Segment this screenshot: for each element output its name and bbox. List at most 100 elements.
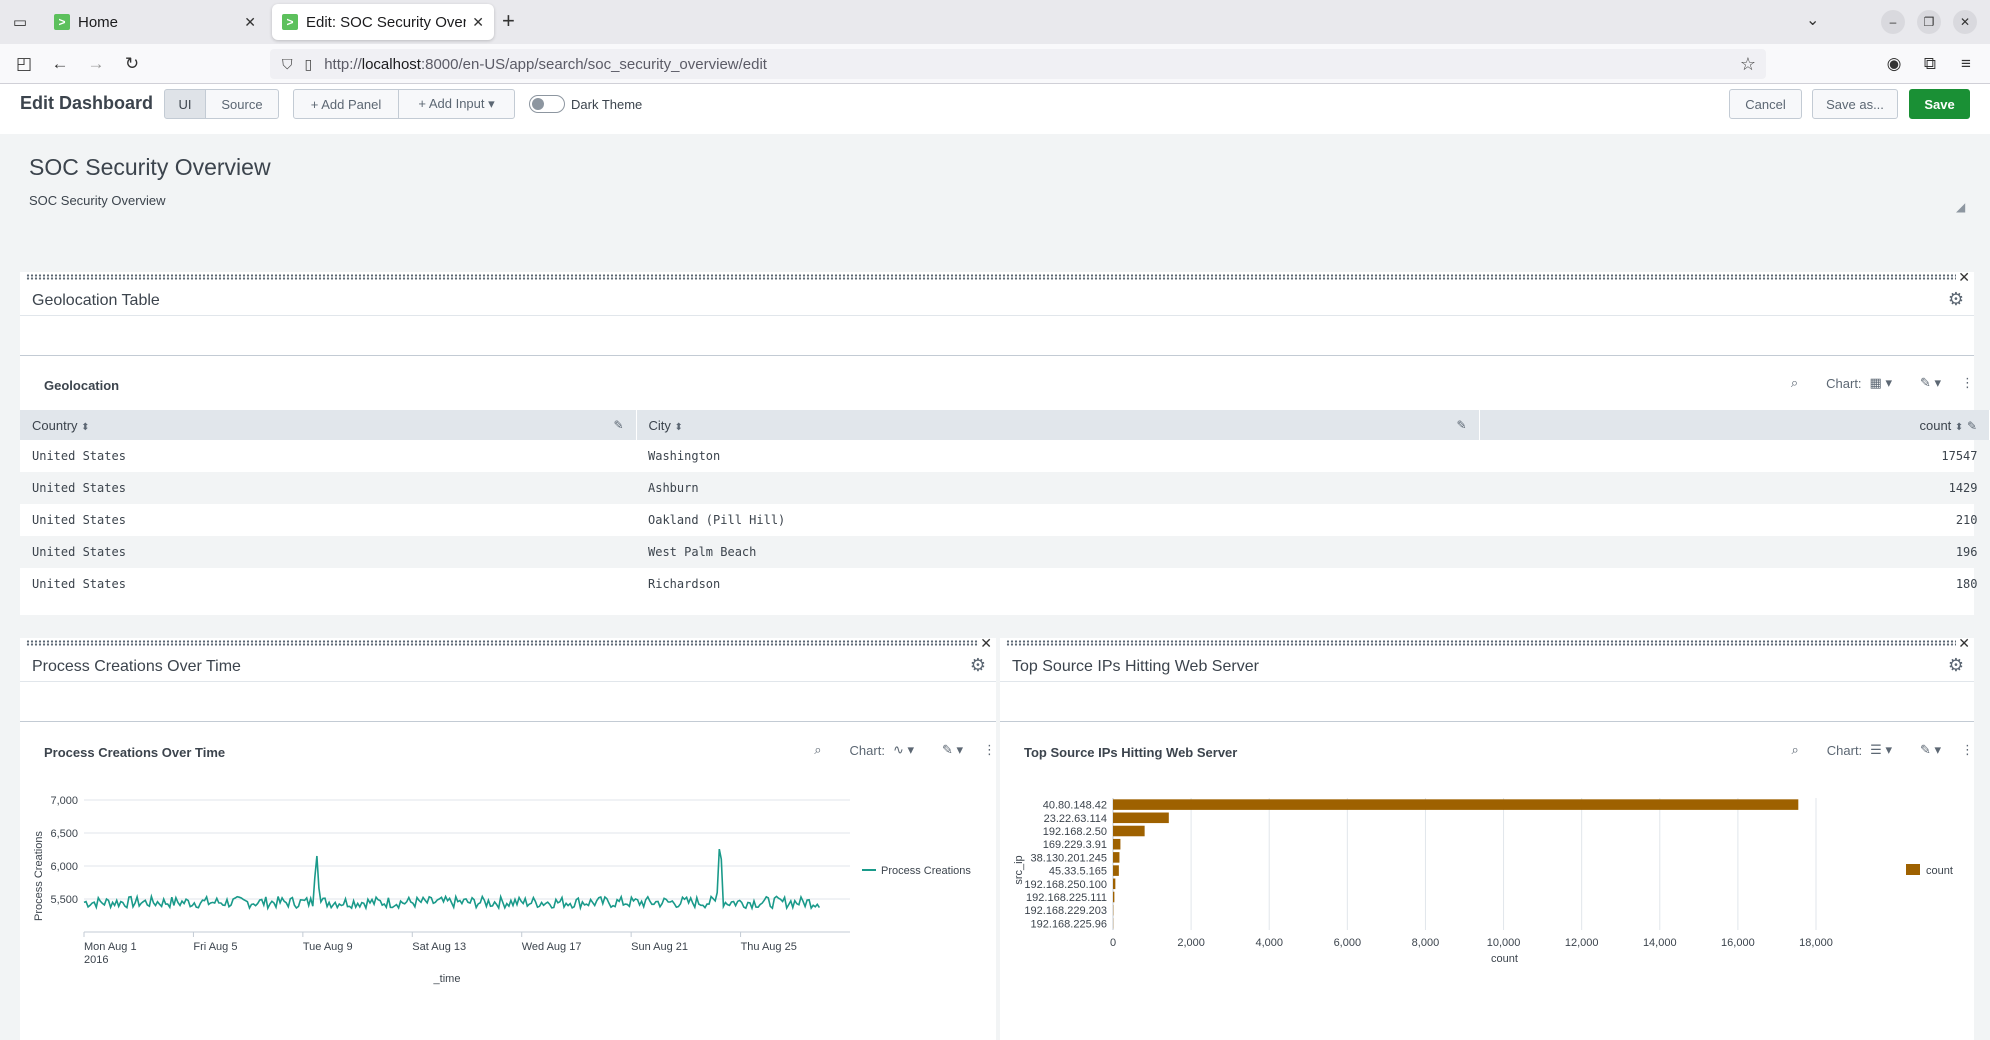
column-header-country[interactable]: Country ⬍ ✎ bbox=[20, 410, 637, 440]
drag-handle[interactable] bbox=[1006, 640, 1956, 646]
edit-column-icon[interactable]: ✎ bbox=[613, 418, 623, 432]
panel-title[interactable]: Geolocation Table bbox=[32, 292, 160, 310]
drag-handle[interactable] bbox=[26, 274, 1956, 280]
edit-column-icon[interactable]: ✎ bbox=[1456, 418, 1466, 432]
country-cell[interactable]: United States bbox=[20, 440, 636, 472]
close-panel-icon[interactable]: ✕ bbox=[1958, 269, 1970, 286]
chart-type-label[interactable]: Chart: bbox=[850, 743, 885, 758]
city-cell[interactable]: Richardson bbox=[636, 568, 1479, 600]
count-cell[interactable]: 196 bbox=[1479, 536, 1990, 568]
browser-tab-edit[interactable]: > Edit: SOC Security Overvie ✕ bbox=[272, 4, 494, 40]
format-brush-icon[interactable]: ✎ ▾ bbox=[942, 742, 963, 758]
save-button[interactable]: Save bbox=[1909, 89, 1970, 119]
forward-icon[interactable]: → bbox=[84, 52, 108, 76]
chart-type-label[interactable]: Chart: bbox=[1827, 743, 1862, 758]
close-window-icon[interactable]: ✕ bbox=[1953, 10, 1977, 34]
count-cell[interactable]: 180 bbox=[1479, 568, 1990, 600]
resize-handle-icon[interactable]: ◢ bbox=[1956, 200, 1965, 214]
table-row[interactable]: United States Richardson 180 bbox=[20, 568, 1990, 600]
sidebar-icon[interactable]: ◰ bbox=[12, 52, 36, 76]
y-axis-label: Process Creations bbox=[33, 831, 45, 921]
search-icon[interactable]: ⌕ bbox=[1791, 375, 1798, 391]
line-chart-icon[interactable]: ∿ ▾ bbox=[893, 742, 914, 758]
y-tick-label: 6,500 bbox=[50, 828, 78, 840]
tab-list-icon[interactable]: ▭ bbox=[8, 10, 32, 34]
bookmark-star-icon[interactable]: ☆ bbox=[1740, 54, 1756, 75]
table-row[interactable]: United States West Palm Beach 196 bbox=[20, 536, 1990, 568]
column-header-city[interactable]: City ⬍ ✎ bbox=[636, 410, 1480, 440]
panel-title[interactable]: Top Source IPs Hitting Web Server bbox=[1012, 658, 1259, 676]
x-tick-label: 4,000 bbox=[1255, 937, 1283, 949]
add-panel-button[interactable]: + Add Panel bbox=[293, 89, 399, 119]
menu-icon[interactable]: ≡ bbox=[1954, 52, 1978, 76]
column-header-count[interactable]: count ⬍ ✎ bbox=[1479, 410, 1990, 440]
chart-type-label[interactable]: Chart: bbox=[1826, 376, 1861, 391]
bar-chart-icon[interactable]: ☰ ▾ bbox=[1870, 742, 1892, 758]
reload-icon[interactable]: ↻ bbox=[120, 52, 144, 76]
edit-column-icon[interactable]: ✎ bbox=[1967, 419, 1977, 433]
ui-mode-button[interactable]: UI bbox=[164, 89, 206, 119]
dashboard-title[interactable]: SOC Security Overview bbox=[29, 154, 271, 181]
divider bbox=[20, 315, 1974, 316]
restore-icon[interactable]: ❐ bbox=[1917, 10, 1941, 34]
country-cell[interactable]: United States bbox=[20, 504, 636, 536]
search-icon[interactable]: ⌕ bbox=[1791, 742, 1798, 758]
dashboard-description[interactable]: SOC Security Overview bbox=[29, 193, 166, 208]
x-tick-label: 10,000 bbox=[1487, 937, 1521, 949]
url-path: :8000/en-US/app/search/soc_security_over… bbox=[420, 55, 767, 73]
minimize-icon[interactable]: – bbox=[1881, 10, 1905, 34]
city-cell[interactable]: West Palm Beach bbox=[636, 536, 1479, 568]
cancel-button[interactable]: Cancel bbox=[1729, 89, 1802, 119]
y-tick-label: 192.168.225.96 bbox=[1031, 918, 1107, 930]
table-row[interactable]: United States Ashburn 1429 bbox=[20, 472, 1990, 504]
viz-title[interactable]: Process Creations Over Time bbox=[44, 745, 225, 760]
close-panel-icon[interactable]: ✕ bbox=[1958, 635, 1970, 652]
extensions-icon[interactable]: ⧉ bbox=[1918, 52, 1942, 76]
gear-icon[interactable]: ⚙ bbox=[1948, 655, 1964, 676]
viz-title[interactable]: Top Source IPs Hitting Web Server bbox=[1024, 745, 1237, 760]
tab-title: Edit: SOC Security Overvie bbox=[306, 13, 467, 31]
browser-tab-home[interactable]: > Home ✕ bbox=[44, 4, 266, 40]
chevron-down-icon[interactable]: ⌄ bbox=[1806, 10, 1819, 30]
add-input-button[interactable]: + Add Input ▾ bbox=[398, 89, 515, 119]
country-cell[interactable]: United States bbox=[20, 568, 636, 600]
gear-icon[interactable]: ⚙ bbox=[1948, 289, 1964, 310]
url-bar[interactable]: ⛉ ▯ http://localhost:8000/en-US/app/sear… bbox=[270, 49, 1766, 79]
gear-icon[interactable]: ⚙ bbox=[970, 655, 986, 676]
format-brush-icon[interactable]: ✎ ▾ bbox=[1920, 742, 1941, 758]
city-cell[interactable]: Washington bbox=[636, 440, 1479, 472]
x-tick-label: 6,000 bbox=[1334, 937, 1362, 949]
count-cell[interactable]: 17547 bbox=[1479, 440, 1990, 472]
format-brush-icon[interactable]: ✎ ▾ bbox=[1920, 375, 1941, 391]
viz-title[interactable]: Geolocation bbox=[44, 378, 119, 393]
save-as-button[interactable]: Save as... bbox=[1812, 89, 1898, 119]
count-cell[interactable]: 210 bbox=[1479, 504, 1990, 536]
city-cell[interactable]: Ashburn bbox=[636, 472, 1479, 504]
more-options-icon[interactable]: ⋮ bbox=[983, 742, 996, 758]
dark-theme-toggle[interactable] bbox=[529, 95, 565, 113]
new-tab-icon[interactable]: + bbox=[502, 10, 515, 32]
sort-icon[interactable]: ⬍ bbox=[81, 422, 89, 433]
more-options-icon[interactable]: ⋮ bbox=[1961, 375, 1974, 391]
table-row[interactable]: United States Washington 17547 bbox=[20, 440, 1990, 472]
panel-title[interactable]: Process Creations Over Time bbox=[32, 658, 241, 676]
city-cell[interactable]: Oakland (Pill Hill) bbox=[636, 504, 1479, 536]
sort-icon[interactable]: ⬍ bbox=[675, 422, 683, 433]
y-tick-label: 192.168.229.203 bbox=[1024, 905, 1107, 917]
count-cell[interactable]: 1429 bbox=[1479, 472, 1990, 504]
close-panel-icon[interactable]: ✕ bbox=[980, 635, 992, 652]
account-icon[interactable]: ◉ bbox=[1882, 52, 1906, 76]
close-tab-icon[interactable]: ✕ bbox=[472, 14, 484, 31]
country-cell[interactable]: United States bbox=[20, 472, 636, 504]
source-mode-button[interactable]: Source bbox=[205, 89, 279, 119]
close-tab-icon[interactable]: ✕ bbox=[244, 14, 256, 31]
table-icon[interactable]: ▦ ▾ bbox=[1870, 375, 1892, 391]
table-row[interactable]: United States Oakland (Pill Hill) 210 bbox=[20, 504, 1990, 536]
more-options-icon[interactable]: ⋮ bbox=[1961, 742, 1974, 758]
back-icon[interactable]: ← bbox=[48, 52, 72, 76]
search-icon[interactable]: ⌕ bbox=[814, 742, 821, 758]
country-cell[interactable]: United States bbox=[20, 536, 636, 568]
shield-icon: ⛉ bbox=[282, 55, 293, 72]
sort-icon[interactable]: ⬍ bbox=[1955, 422, 1963, 433]
drag-handle[interactable] bbox=[26, 640, 978, 646]
